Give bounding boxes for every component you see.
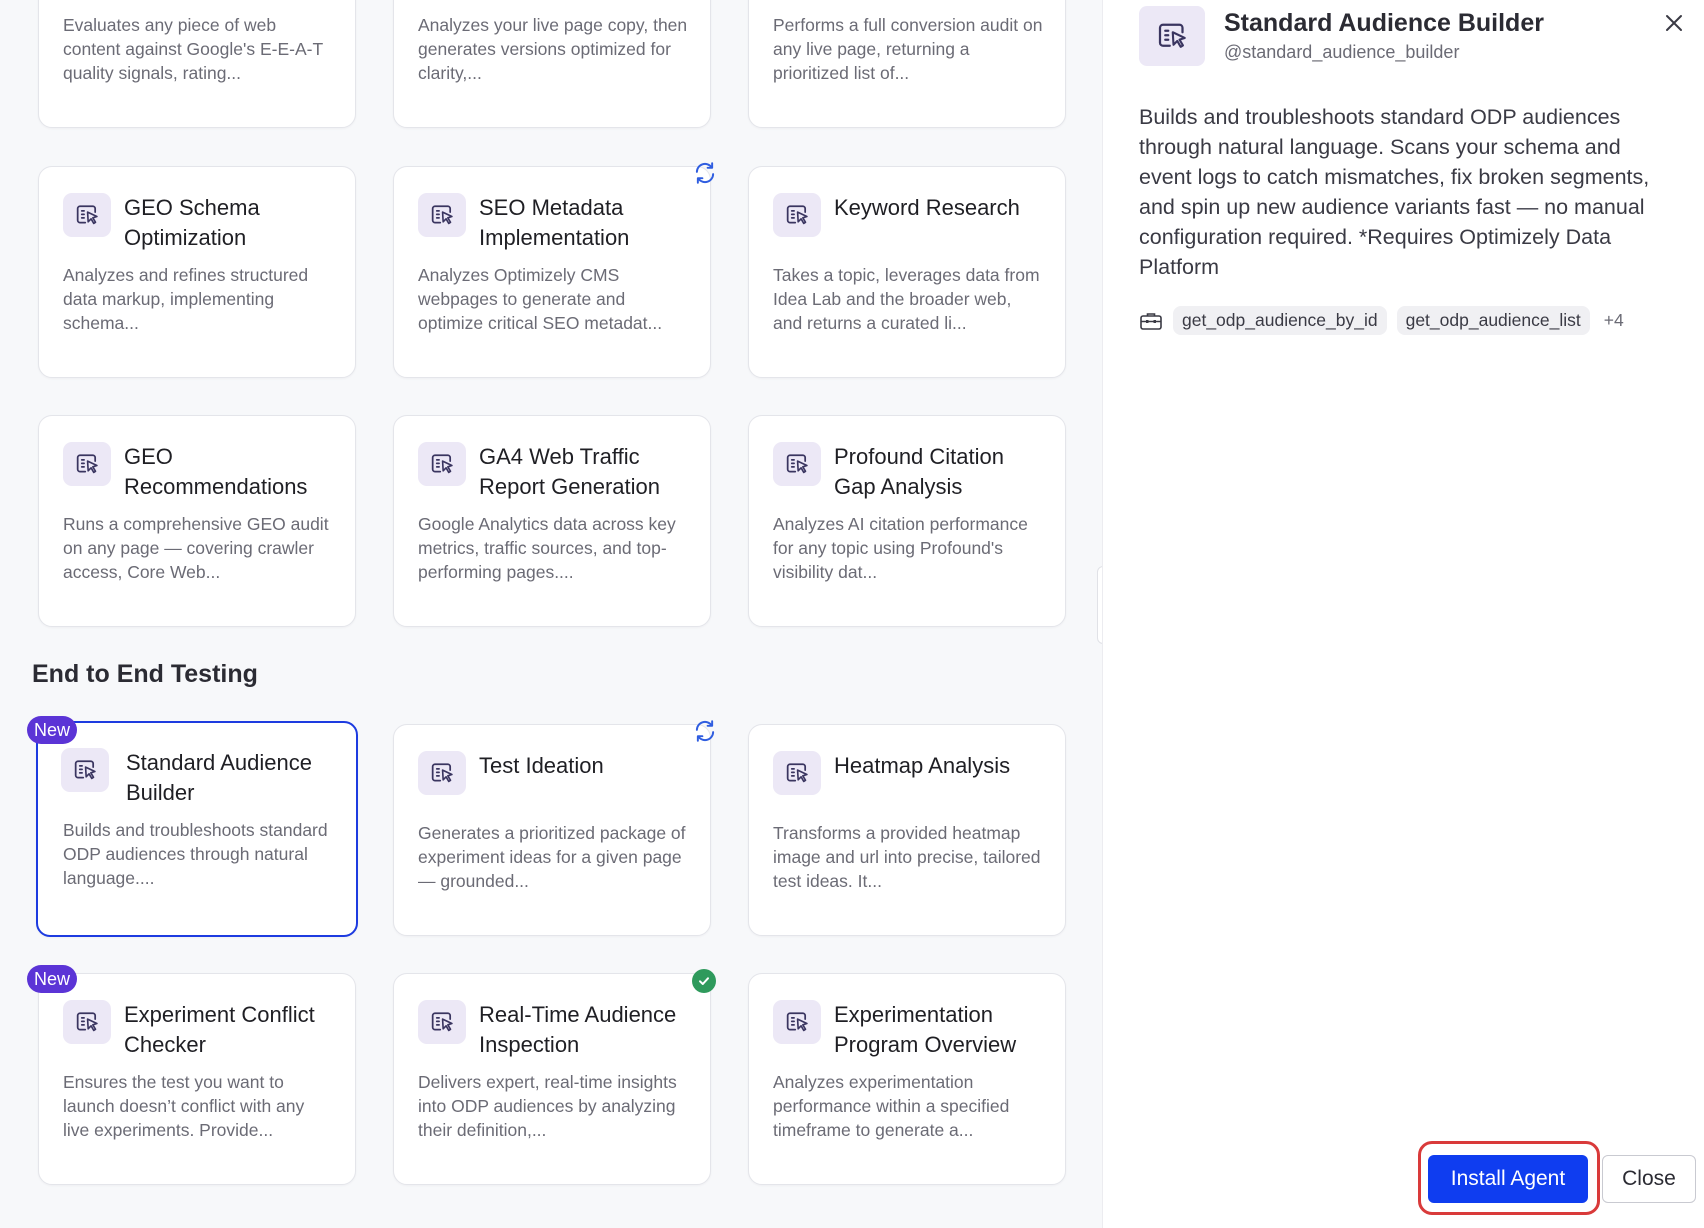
agent-cursor-icon <box>418 193 466 237</box>
agent-card-eeat[interactable]: Evaluates any piece of web content again… <box>38 0 356 128</box>
agent-card-heatmap-analysis[interactable]: Heatmap Analysis Transforms a provided h… <box>748 724 1066 936</box>
agent-card-standard-audience-builder[interactable]: Standard Audience Builder Builds and tro… <box>36 721 358 937</box>
close-button[interactable]: Close <box>1602 1155 1696 1203</box>
tool-chip: get_odp_audience_by_id <box>1173 306 1387 335</box>
agent-cursor-icon <box>773 751 821 795</box>
sync-icon <box>692 160 718 186</box>
agent-detail-panel: Standard Audience Builder @standard_audi… <box>1102 0 1704 1228</box>
agent-card-realtime-audience[interactable]: Real-Time Audience Inspection Delivers e… <box>393 973 711 1185</box>
section-title: End to End Testing <box>32 660 258 688</box>
toolbox-icon <box>1140 312 1162 330</box>
card-title: Profound Citation Gap Analysis <box>834 444 1004 499</box>
card-description: Performs a full conversion audit on any … <box>773 15 1043 83</box>
agent-catalog: Evaluates any piece of web content again… <box>0 0 1100 1228</box>
agent-cursor-icon <box>418 751 466 795</box>
card-description: Analyzes your live page copy, then gener… <box>418 15 688 83</box>
card-description: Transforms a provided heatmap image and … <box>773 823 1041 891</box>
agent-cursor-icon <box>63 1000 111 1044</box>
agent-cursor-icon <box>773 1000 821 1044</box>
card-description: Analyzes Optimizely CMS webpages to gene… <box>418 265 663 333</box>
card-title: Experimentation Program Overview <box>834 1002 1017 1057</box>
card-description: Runs a comprehensive GEO audit on any pa… <box>63 514 329 582</box>
new-badge: New <box>27 716 77 744</box>
agent-cursor-icon <box>418 1000 466 1044</box>
card-description: Builds and troubleshoots standard ODP au… <box>63 820 328 888</box>
card-description: Evaluates any piece of web content again… <box>63 15 323 83</box>
card-title: SEO Metadata Implementation <box>479 195 630 250</box>
check-circle-icon <box>692 969 716 993</box>
agent-cursor-icon <box>63 442 111 486</box>
card-description: Generates a prioritized package of exper… <box>418 823 686 891</box>
tool-chip: get_odp_audience_list <box>1396 306 1590 335</box>
card-title: Real-Time Audience Inspection <box>479 1002 677 1057</box>
tools-more-count[interactable]: +4 <box>1604 310 1624 331</box>
agent-card-seo-metadata[interactable]: SEO Metadata Implementation Analyzes Opt… <box>393 166 711 378</box>
new-badge: New <box>27 965 77 993</box>
card-description: Delivers expert, real-time insights into… <box>418 1072 677 1140</box>
agent-card-conversion-audit[interactable]: Performs a full conversion audit on any … <box>748 0 1066 128</box>
card-description: Takes a topic, leverages data from Idea … <box>773 265 1040 333</box>
card-description: Analyzes AI citation performance for any… <box>773 514 1028 582</box>
agent-card-geo-schema[interactable]: GEO Schema Optimization Analyzes and ref… <box>38 166 356 378</box>
card-title: Heatmap Analysis <box>834 753 1011 778</box>
card-title: Experiment Conflict Checker <box>124 1002 315 1057</box>
card-title: GEO Recommendations <box>124 444 308 499</box>
agent-card-experiment-conflict[interactable]: Experiment Conflict Checker Ensures the … <box>38 973 356 1185</box>
agent-card-keyword-research[interactable]: Keyword Research Takes a topic, leverage… <box>748 166 1066 378</box>
agent-cursor-icon <box>418 442 466 486</box>
panel-description: Builds and troubleshoots standard ODP au… <box>1139 105 1650 279</box>
agent-cursor-icon <box>63 193 111 237</box>
agent-card-profound-citation[interactable]: Profound Citation Gap Analysis Analyzes … <box>748 415 1066 627</box>
card-description: Google Analytics data across key metrics… <box>418 514 676 582</box>
agent-cursor-icon <box>773 442 821 486</box>
card-description: Ensures the test you want to launch does… <box>63 1072 305 1140</box>
agent-cursor-icon <box>1139 6 1205 66</box>
card-description: Analyzes experimentation performance wit… <box>773 1072 1010 1140</box>
agent-cursor-icon <box>61 748 109 792</box>
card-title: GEO Schema Optimization <box>124 195 260 250</box>
install-agent-button[interactable]: Install Agent <box>1428 1155 1588 1203</box>
agent-card-ga4-report[interactable]: GA4 Web Traffic Report Generation Google… <box>393 415 711 627</box>
card-description: Analyzes and refines structured data mar… <box>63 265 309 333</box>
card-title: GA4 Web Traffic Report Generation <box>479 444 660 499</box>
agent-handle: @standard_audience_builder <box>1224 42 1460 62</box>
agent-card-test-ideation[interactable]: Test Ideation Generates a prioritized pa… <box>393 724 711 936</box>
sync-icon <box>692 718 718 744</box>
card-title: Standard Audience Builder <box>126 750 312 805</box>
card-title: Test Ideation <box>479 753 604 778</box>
card-title: Keyword Research <box>834 195 1020 220</box>
agent-card-experimentation-overview[interactable]: Experimentation Program Overview Analyze… <box>748 973 1066 1185</box>
panel-title: Standard Audience Builder <box>1224 9 1544 37</box>
agent-cursor-icon <box>773 193 821 237</box>
agent-card-geo-recommendations[interactable]: GEO Recommendations Runs a comprehensive… <box>38 415 356 627</box>
tool-list: get_odp_audience_by_id get_odp_audience_… <box>1139 306 1624 335</box>
agent-card-copy-optimizer[interactable]: Analyzes your live page copy, then gener… <box>393 0 711 128</box>
close-icon[interactable] <box>1663 12 1685 34</box>
